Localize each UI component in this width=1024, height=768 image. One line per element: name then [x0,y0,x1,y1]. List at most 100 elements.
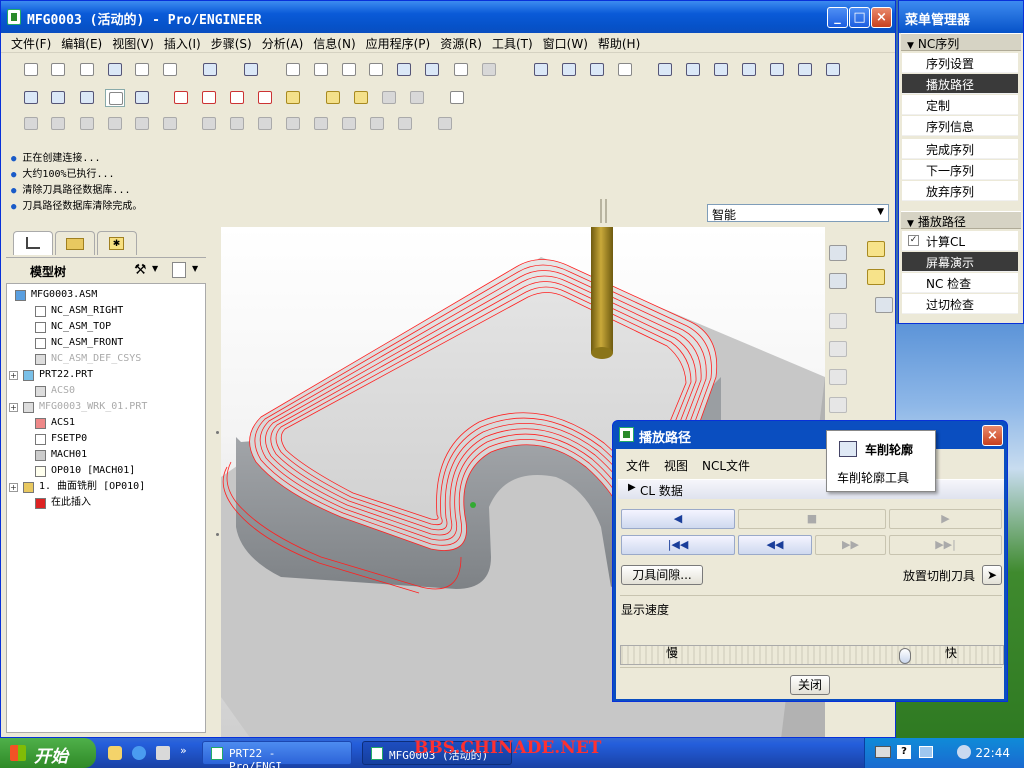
step-forward-button[interactable]: ▶▶ [815,535,886,555]
copy-tool-icon[interactable] [132,61,152,79]
start-button[interactable]: 开始 [0,738,96,768]
quicklaunch-icon[interactable] [108,746,122,760]
print-tool-icon[interactable] [105,115,125,133]
find-tool-icon[interactable] [339,61,359,79]
menu-item[interactable]: 屏幕演示 [902,252,1018,272]
open-tool-icon[interactable] [48,89,68,107]
menu-2[interactable]: 视图(V) [102,33,154,52]
view-tool-icon[interactable] [395,115,415,133]
tree-node[interactable]: FSETP0 [51,432,87,446]
menu-manager-title-bar[interactable]: 菜单管理器 [899,1,1023,33]
menu-5[interactable]: 分析(A) [252,33,304,52]
volume-icon[interactable] [957,745,971,759]
print-tool-icon[interactable] [105,61,125,79]
csys-tool-icon[interactable] [683,61,703,79]
tab-model-tree[interactable] [13,231,53,255]
feature-tool-icon[interactable] [829,341,847,357]
dialog-menu-view[interactable]: 视图 [664,457,688,474]
help-tool-icon[interactable] [795,61,815,79]
feature-tool-icon[interactable] [875,297,893,313]
menu-item[interactable]: 完成序列 [902,139,1018,159]
save-tool-icon[interactable] [77,61,97,79]
paste-tool-icon[interactable] [160,61,180,79]
spin-tool-icon[interactable] [447,89,467,107]
checkbox[interactable]: ✓ [908,235,919,246]
menu-0[interactable]: 文件(F) [1,33,51,52]
tree-node[interactable]: 1. 曲面铣削 [OP010] [39,480,145,494]
paste-tool-icon[interactable] [160,115,180,133]
tree-node[interactable]: NC_ASM_DEF_CSYS [51,352,141,366]
expand-toggle[interactable]: + [9,371,18,380]
tab-favorites[interactable]: ✱ [97,231,137,255]
forward-to-end-button[interactable]: ▶▶| [889,535,1002,555]
new-tool-icon[interactable] [21,61,41,79]
point-tool-icon[interactable] [655,61,675,79]
zoom-tool-icon[interactable] [367,115,387,133]
dialog-menu-ncl-file[interactable]: NCL文件 [702,457,750,474]
cut-tool-icon[interactable] [255,89,275,107]
minimize-button[interactable]: _ [827,7,848,28]
menu-item[interactable]: 播放路径 [902,74,1018,94]
network-icon[interactable] [919,746,933,758]
copy-tool-icon[interactable] [132,115,152,133]
dialog-close-action-button[interactable]: 关闭 [790,675,830,695]
stop-button[interactable]: ■ [738,509,886,529]
redo-tool-icon[interactable] [227,115,247,133]
undo-tool-icon[interactable] [200,61,220,79]
zoom-tool-icon[interactable] [379,89,399,107]
cut-tool-icon[interactable] [283,61,303,79]
redo-tool-icon[interactable] [227,89,247,107]
new-tool-icon[interactable] [21,115,41,133]
view-tool-icon[interactable] [407,89,427,107]
cl-data-section[interactable]: ▶ CL 数据 [618,479,1004,499]
feature-tool-icon[interactable] [829,369,847,385]
sash-handle[interactable] [599,199,609,223]
place-cutter-button[interactable]: ➤ [982,565,1002,585]
print-tool-icon[interactable] [105,89,125,107]
tree-node[interactable]: OP010 [MACH01] [51,464,135,478]
find-tool-icon[interactable] [311,115,331,133]
menu-11[interactable]: 帮助(H) [588,33,640,52]
select-tool-icon[interactable] [366,61,386,79]
chevron-right-icon[interactable]: » [180,744,187,757]
open-tool-icon[interactable] [48,115,68,133]
mfg-tool-icon[interactable] [711,61,731,79]
select-tool-icon[interactable] [339,115,359,133]
spin-tool-icon[interactable] [451,61,471,79]
menu-6[interactable]: 信息(N) [303,33,355,52]
maximize-button[interactable]: □ [849,7,870,28]
misc-tool-icon[interactable] [823,61,843,79]
feature-tool-icon[interactable] [829,397,847,413]
menu-4[interactable]: 步骤(S) [201,33,252,52]
settings-icon[interactable]: ⚒ [134,262,150,278]
zoom-tool-icon[interactable] [394,61,414,79]
layer-tool-icon[interactable] [531,61,551,79]
panel-splitter[interactable] [207,227,221,737]
close-button[interactable]: × [871,7,892,28]
cut-tool-icon[interactable] [255,115,275,133]
axis-tool-icon[interactable] [615,61,635,79]
step-backward-button[interactable]: ◀◀ [738,535,812,555]
new-tool-icon[interactable] [21,89,41,107]
menu-item[interactable]: 序列设置 [902,53,1018,73]
select-tool-icon[interactable] [351,89,371,107]
expand-toggle[interactable]: + [9,403,18,412]
feature-tool-icon[interactable] [829,245,847,261]
menu-10[interactable]: 窗口(W) [533,33,588,52]
feature-tool-icon[interactable] [829,313,847,329]
dialog-close-button[interactable]: × [982,425,1003,446]
quicklaunch-icon[interactable] [132,746,146,760]
spin-tool-icon[interactable] [435,115,455,133]
view-tool-icon[interactable] [422,61,442,79]
menu-item[interactable]: 定制 [902,95,1018,115]
expand-toggle[interactable]: + [9,483,18,492]
datum-tool-icon[interactable] [559,61,579,79]
taskbar-task-prt22[interactable]: PRT22 - Pro/ENGI... [202,741,352,768]
tree-node[interactable]: 在此插入 [51,496,91,510]
menu-3[interactable]: 插入(I) [154,33,201,52]
keyboard-icon[interactable] [875,746,891,758]
tree-node[interactable]: MFG0003.ASM [31,288,97,302]
regen-tool-icon[interactable] [311,61,331,79]
plane-tool-icon[interactable] [587,61,607,79]
path-tool-icon[interactable] [767,61,787,79]
